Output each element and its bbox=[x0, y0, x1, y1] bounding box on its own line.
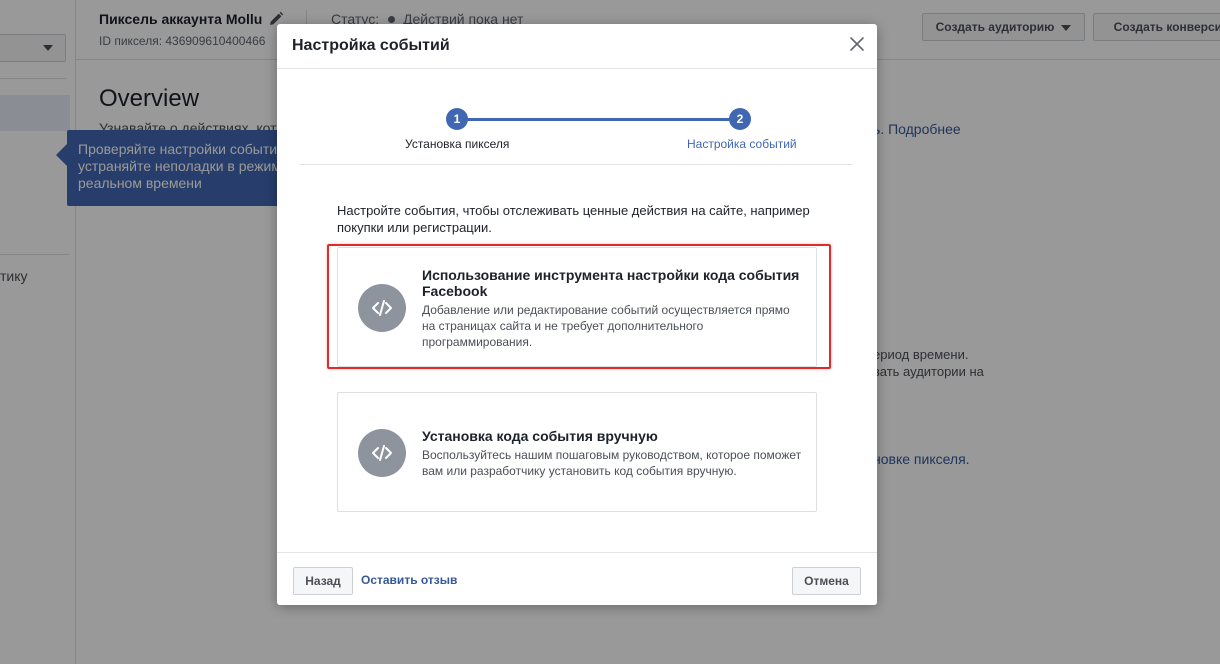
close-icon[interactable] bbox=[849, 36, 865, 52]
step-1-circle: 1 bbox=[446, 108, 468, 130]
option-description: Воспользуйтесь нашим пошаговым руководст… bbox=[422, 448, 802, 478]
dialog-footer: Назад Оставить отзыв Отмена bbox=[277, 552, 877, 605]
code-icon bbox=[358, 284, 406, 332]
option-title: Использование инструмента настройки кода… bbox=[422, 267, 800, 299]
cancel-button[interactable]: Отмена bbox=[792, 567, 861, 595]
step-2-circle: 2 bbox=[729, 108, 751, 130]
dialog-header: Настройка событий bbox=[277, 24, 877, 69]
option-title: Установка кода события вручную bbox=[422, 428, 658, 444]
back-button[interactable]: Назад bbox=[293, 567, 353, 595]
option-event-setup-tool[interactable]: Использование инструмента настройки кода… bbox=[337, 247, 817, 367]
option-description: Добавление или редактирование событий ос… bbox=[422, 303, 790, 349]
intro-text: Настройте события, чтобы отслеживать цен… bbox=[337, 203, 810, 235]
dialog-title: Настройка событий bbox=[292, 37, 450, 54]
stepper-progress-line bbox=[457, 118, 740, 121]
stepper: 1 2 Установка пикселя Настройка событий bbox=[299, 108, 853, 165]
feedback-link[interactable]: Оставить отзыв bbox=[361, 573, 457, 587]
step-2-label: Настройка событий bbox=[687, 137, 797, 151]
code-icon bbox=[358, 429, 406, 477]
event-setup-dialog: Настройка событий 1 2 Установка пикселя … bbox=[277, 24, 877, 605]
option-manual-install[interactable]: Установка кода события вручную Воспользу… bbox=[337, 392, 817, 512]
step-1-label: Установка пикселя bbox=[405, 137, 510, 151]
